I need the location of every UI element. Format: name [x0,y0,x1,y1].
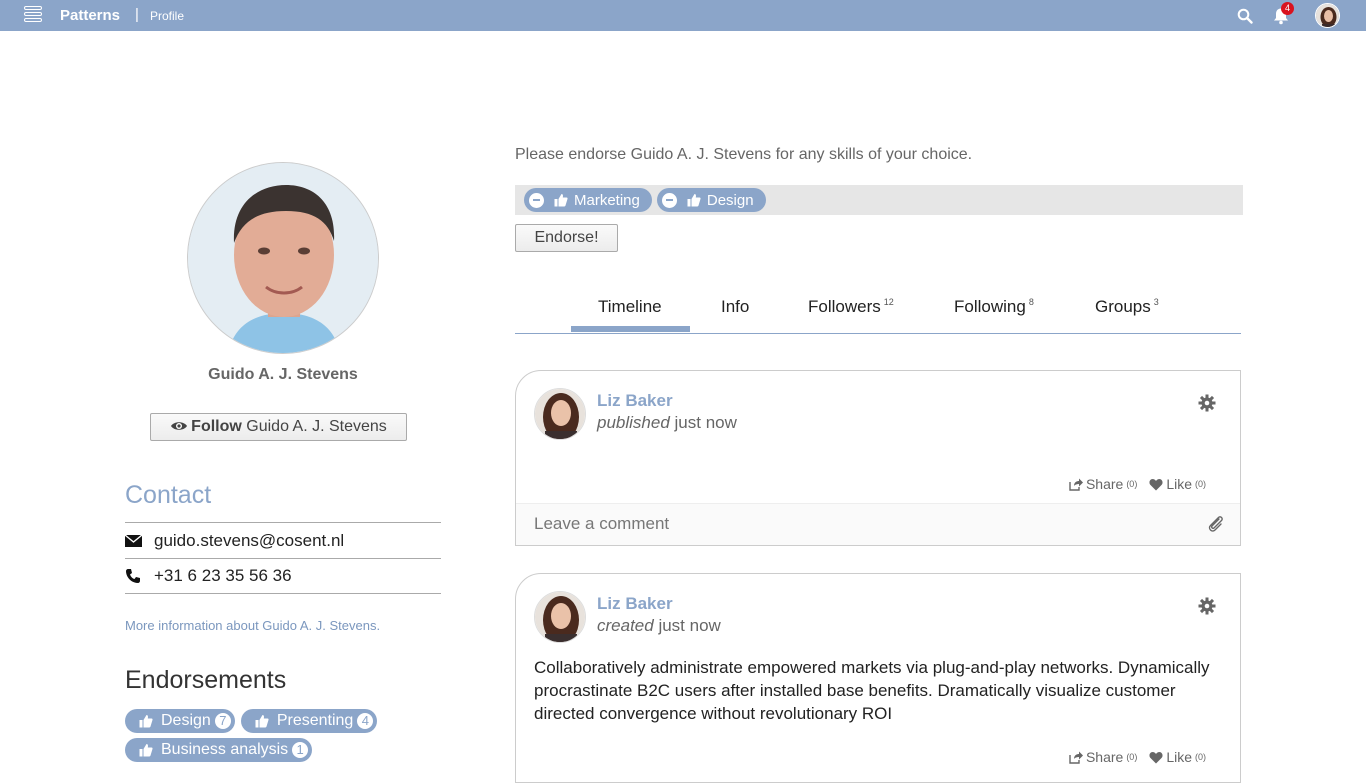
endorsement-tag-presenting[interactable]: Presenting 4 [240,709,378,733]
contact-phone-row[interactable]: +31 6 23 35 56 36 [125,558,441,594]
thumbs-up-icon [554,194,568,207]
phone-icon [126,569,140,583]
endorse-prompt: Please endorse Guido A. J. Stevens for a… [515,146,973,163]
endorsement-count: 1 [292,742,309,758]
profile-tabs: Timeline Info Followers 12 Following 8 Gro… [515,290,1241,334]
tab-followers[interactable]: Followers 12 [808,297,894,317]
tab-following[interactable]: Following 8 [954,297,1034,317]
gear-icon[interactable] [1198,394,1216,412]
notification-badge: 4 [1281,2,1294,15]
endorsement-tag-business-analysis[interactable]: Business analysis 1 [125,738,313,762]
author-avatar[interactable] [534,591,586,643]
paperclip-icon[interactable] [1206,514,1226,534]
tab-info[interactable]: Info [721,297,749,317]
follow-target: Guido A. J. Stevens [246,418,387,435]
eye-icon [171,422,188,430]
post-meta: published just now [597,413,737,433]
endorsement-tags: Design 7 Presenting 4 Business analysis … [125,709,455,767]
tab-count: 8 [1028,297,1034,308]
skill-label: Design [706,191,754,209]
tab-groups[interactable]: Groups 3 [1095,297,1159,317]
post-body: Collaboratively administrate empowered m… [534,658,1210,723]
post-actions: Share (0) Like (0) [1069,749,1206,765]
more-info-link[interactable]: More information about Guido A. J. Steve… [125,618,380,633]
endorse-button[interactable]: Endorse! [515,224,618,252]
endorsements-heading: Endorsements [125,666,287,694]
author-avatar[interactable] [534,388,586,440]
like-count: (0) [1195,479,1206,489]
user-avatar[interactable] [1315,3,1340,28]
share-button[interactable]: Share (0) [1069,749,1137,765]
follow-button[interactable]: Follow Guido A. J. Stevens [150,413,407,441]
heart-icon [1149,751,1163,763]
envelope-icon [125,534,142,547]
endorsement-count: 4 [357,713,374,729]
profile-photo [187,162,379,354]
endorsement-label: Presenting [276,712,354,729]
endorsement-count: 7 [214,713,231,729]
like-button[interactable]: Like (0) [1149,476,1206,492]
timeline-post: Liz Baker published just now Share (0) Li… [515,370,1241,546]
app-title[interactable]: Patterns [60,7,120,24]
post-meta: created just now [597,616,721,636]
timeline-post: Liz Baker created just now Collaborative… [515,573,1241,783]
contact-list: guido.stevens@cosent.nl +31 6 23 35 56 3… [125,522,441,594]
comment-input[interactable]: Leave a comment [516,503,1240,545]
endorsement-label: Business analysis [161,741,289,758]
like-label: Like [1166,476,1192,492]
share-label: Share [1085,476,1124,492]
tab-label: Followers [808,297,881,316]
heart-icon [1149,478,1163,490]
remove-icon[interactable] [529,192,544,208]
thumbs-up-icon [139,744,153,757]
gear-icon[interactable] [1198,597,1216,615]
search-icon[interactable] [1237,8,1253,24]
share-label: Share [1085,749,1124,765]
skill-label: Marketing [574,191,640,209]
share-count: (0) [1126,752,1138,762]
contact-email-row[interactable]: guido.stevens@cosent.nl [125,522,441,558]
contact-email[interactable]: guido.stevens@cosent.nl [154,531,344,551]
share-icon [1069,478,1083,491]
thumbs-up-icon [255,715,269,728]
share-button[interactable]: Share (0) [1069,476,1137,492]
active-tab-indicator [571,326,690,332]
tab-label: Groups [1095,297,1151,316]
contact-phone[interactable]: +31 6 23 35 56 36 [154,566,292,586]
like-label: Like [1166,749,1192,765]
tab-timeline[interactable]: Timeline [598,297,662,317]
post-time: just now [658,616,721,635]
post-time: just now [674,413,737,432]
breadcrumb[interactable]: Profile [150,9,184,23]
share-count: (0) [1126,479,1138,489]
tab-label: Timeline [598,297,662,316]
follow-label: Follow [191,418,242,435]
endorsement-label: Design [161,712,211,729]
skill-chip-marketing[interactable]: Marketing [524,188,652,212]
menu-icon[interactable] [24,6,44,26]
like-count: (0) [1195,752,1206,762]
thumbs-up-icon [687,194,701,207]
tab-count: 3 [1153,297,1159,308]
tab-label: Following [954,297,1026,316]
endorsement-tag-design[interactable]: Design 7 [125,709,235,733]
post-author[interactable]: Liz Baker [597,594,673,614]
post-actions: Share (0) Like (0) [1069,476,1206,492]
post-author[interactable]: Liz Baker [597,391,673,411]
thumbs-up-icon [139,715,153,728]
tab-count: 12 [883,297,894,308]
contact-heading: Contact [125,481,212,509]
post-verb: published [597,413,670,432]
top-bar: Patterns | Profile 4 [0,0,1366,31]
share-icon [1069,751,1083,764]
tab-label: Info [721,297,750,316]
remove-icon[interactable] [661,192,677,208]
like-button[interactable]: Like (0) [1149,749,1206,765]
post-verb: created [597,616,654,635]
profile-name: Guido A. J. Stevens [208,366,358,383]
breadcrumb-separator: | [135,6,139,23]
skill-selection-bar[interactable]: Marketing Design [515,185,1243,215]
skill-chip-design[interactable]: Design [656,188,766,212]
